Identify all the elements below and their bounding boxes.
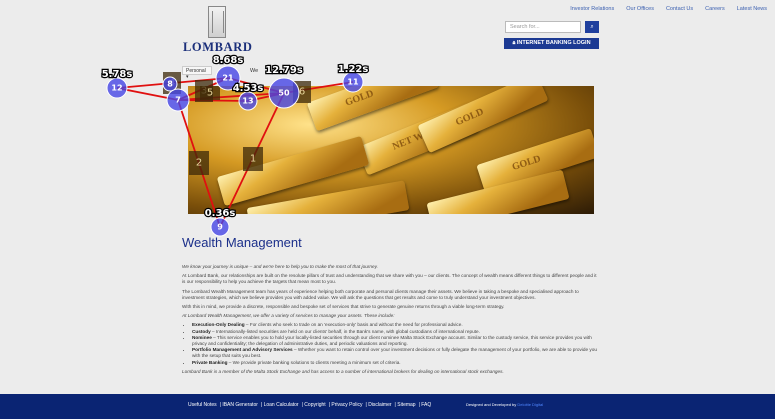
fixation-id: 9 [217,223,223,232]
footer-link-privacy-policy[interactable]: | Privacy Policy [329,402,363,408]
service-name: Nominee [192,334,212,340]
footer-credit: Designed and Developed by Deloitte Digit… [466,402,543,407]
service-name: Execution-Only Dealing [192,322,245,328]
fixation-duration: 12.79s [265,65,303,76]
credit-prefix: Designed and Developed by [466,402,518,407]
bar-text: GOLD [510,153,543,173]
service-name: Private Banking [192,359,228,365]
internet-banking-login-button[interactable]: 🔒︎ INTERNET BANKING LOGIN [504,38,599,49]
service-name: Portfolio Management and Advisory Servic… [192,347,293,353]
list-item: Private Banking – We provide private ban… [192,360,597,366]
footer-links: Useful Notes | IBAN Generator | Loan Cal… [188,402,434,408]
footer-link-useful-notes[interactable]: Useful Notes [188,402,217,408]
intro-text: We know your journey is unique – and we'… [182,264,378,269]
top-links: Investor Relations Our Offices Contact U… [558,6,767,12]
bar-text: GOLD [454,106,486,129]
list-item: Portfolio Management and Advisory Servic… [192,347,597,359]
footer-link-iban-generator[interactable]: | IBAN Generator [220,402,258,408]
scanpath-line [116,87,179,101]
fixation-id: 12 [111,84,122,93]
footer-link-loan-calculator[interactable]: | Loan Calculator [261,402,299,408]
paragraph-3: With this in mind, we provide a discrete… [182,304,505,310]
gold-bar: GOLD [417,86,549,154]
closing-text: Lombard Bank is a member of the Malta St… [182,368,504,374]
fixation-marker [106,77,128,99]
paragraph-2: The Lombard Wealth Management team has y… [182,288,579,300]
top-link-latest-news[interactable]: Latest News [737,6,767,12]
search-icon: ⌕ [590,24,594,30]
aoi-marker [163,72,181,94]
footer: Useful Notes | IBAN Generator | Loan Cal… [0,394,775,419]
paragraph-1: At Lombard Bank, our relationships are b… [182,273,597,285]
fixation-duration: 1.22s [338,64,369,75]
nav-personal-dropdown[interactable]: Personal ▾ [182,66,212,80]
hero-gold-bars-image: GOLD NET WT 2009 GOLD GOLD [188,86,594,214]
fixation-duration: 8.68s [213,55,244,66]
service-text: – We provide private banking solutions t… [227,359,401,365]
service-text: – Internationally-listed securities are … [210,328,480,334]
top-link-our-offices[interactable]: Our Offices [626,6,654,12]
credit-link[interactable]: Deloitte Digital [517,402,543,407]
fixation-id: 21 [222,74,234,83]
logo-text: LOMBARD [183,40,253,54]
services-intro: At Lombard Wealth Management, we offer a… [182,313,395,319]
fixation-duration: 5.78s [102,69,133,80]
fixation-id: 7 [175,96,181,105]
aoi-label: 4 [169,78,175,89]
footer-link-disclaimer[interactable]: | Disclaimer [366,402,392,408]
nav-wealth[interactable]: We [250,68,258,74]
page: Investor Relations Our Offices Contact U… [0,0,775,419]
footer-link-sitemap[interactable]: | Sitemap [395,402,416,408]
fixation-id: 8 [167,80,173,89]
service-text: – This service enables you to hold your … [192,334,592,347]
service-text: – For clients who seek to trade on an 'e… [244,322,463,328]
bar-text: GOLD [343,88,376,109]
fixation-marker [210,217,230,237]
top-link-contact-us[interactable]: Contact Us [666,6,693,12]
service-name: Custody [192,328,211,334]
top-link-careers[interactable]: Careers [705,6,725,12]
fixation-marker [166,88,190,112]
services-list: Execution-Only Dealing – For clients who… [192,322,597,365]
search-input[interactable]: Search for... [505,21,581,33]
main-content: We know your journey is unique – and we'… [182,264,597,378]
page-title: Wealth Management [182,235,302,250]
top-link-investor-relations[interactable]: Investor Relations [570,6,614,12]
search-button[interactable]: ⌕ [585,21,599,33]
list-item: Nominee – This service enables you to ho… [192,335,597,347]
logo-building-icon [208,6,226,38]
login-label: INTERNET BANKING LOGIN [516,40,591,46]
footer-link-copyright[interactable]: | Copyright [302,402,326,408]
fixation-marker [162,76,178,92]
footer-link-faq[interactable]: | FAQ [419,402,432,408]
